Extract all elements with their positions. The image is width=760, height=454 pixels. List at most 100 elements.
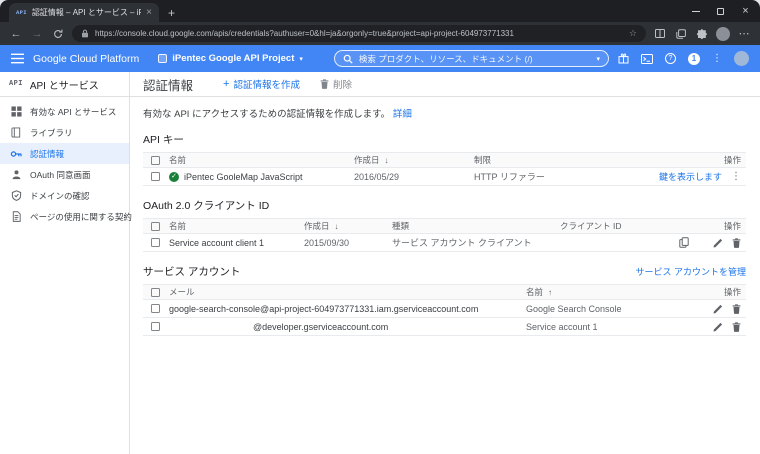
split-screen-icon[interactable] bbox=[653, 29, 667, 38]
gcp-logo[interactable]: Google Cloud Platform bbox=[33, 53, 139, 65]
trash-icon[interactable] bbox=[732, 303, 741, 314]
select-all-checkbox[interactable] bbox=[151, 221, 160, 231]
sidebar-nav: 有効な API とサービス ライブラリ 認証情報 OAuth 同意画面 ドメイン… bbox=[0, 97, 132, 227]
account-avatar[interactable] bbox=[734, 51, 749, 66]
edit-icon[interactable] bbox=[713, 322, 723, 332]
more-vertical-icon[interactable]: ⋮ bbox=[712, 53, 722, 64]
bookmark-star-icon[interactable]: ☆ bbox=[629, 28, 637, 39]
library-icon bbox=[10, 127, 22, 139]
delete-button[interactable]: 削除 bbox=[320, 77, 352, 91]
api-product-icon: API bbox=[9, 80, 23, 88]
oauth-table-header: 名前 作成日 ↓ 種類 クライアント ID 操作 bbox=[143, 218, 746, 234]
sort-down-icon: ↓ bbox=[334, 221, 339, 231]
close-window-button[interactable]: × bbox=[733, 0, 758, 22]
page-title: 認証情報 bbox=[143, 78, 194, 93]
search-caret-icon[interactable]: ▾ bbox=[596, 55, 600, 63]
search-bar[interactable]: 検索 プロダクト、リソース、ドキュメント (/) ▾ bbox=[333, 50, 609, 67]
page-header: 認証情報 + 認証情報を作成 削除 bbox=[130, 72, 760, 97]
row-checkbox[interactable] bbox=[151, 172, 160, 181]
browser-menu-icon[interactable]: ⋯ bbox=[737, 27, 751, 40]
sidebar-item-library[interactable]: ライブラリ bbox=[0, 122, 129, 143]
browser-tab[interactable]: API 認証情報 – API とサービス – iPentec × bbox=[9, 3, 159, 22]
main-panel: 認証情報 + 認証情報を作成 削除 有効な API にアクセスするための認証情報… bbox=[130, 72, 760, 454]
copy-client-id-icon[interactable] bbox=[679, 237, 689, 248]
lock-icon[interactable] bbox=[81, 29, 89, 38]
row-checkbox[interactable] bbox=[151, 304, 160, 313]
minimize-button[interactable] bbox=[683, 0, 708, 22]
help-icon[interactable]: ? bbox=[665, 53, 676, 64]
search-placeholder: 検索 プロダクト、リソース、ドキュメント (/) bbox=[358, 53, 533, 64]
row-checkbox[interactable] bbox=[151, 238, 160, 247]
select-all-checkbox[interactable] bbox=[151, 287, 160, 297]
row-more-icon[interactable]: ⋮ bbox=[731, 171, 741, 182]
column-actions: 操作 bbox=[723, 287, 741, 297]
browser-profile-avatar[interactable] bbox=[716, 26, 730, 41]
api-keys-table-header: 名前 作成日 ↓ 制限 操作 bbox=[143, 152, 746, 168]
sidebar-item-oauth-consent[interactable]: OAuth 同意画面 bbox=[0, 164, 129, 185]
sidebar-item-label: ドメインの確認 bbox=[30, 190, 90, 201]
refresh-icon[interactable] bbox=[51, 29, 65, 39]
oauth-section-title: OAuth 2.0 クライアント ID bbox=[143, 200, 270, 212]
column-name[interactable]: 名前 ↑ bbox=[526, 286, 694, 298]
browser-address-bar: ← → https://console.cloud.google.com/api… bbox=[0, 22, 760, 45]
intro-sentence: 有効な API にアクセスするための認証情報を作成します。 bbox=[143, 109, 391, 120]
sidebar-item-label: ライブラリ bbox=[30, 127, 73, 138]
create-credentials-button[interactable]: + 認証情報を作成 bbox=[223, 77, 300, 91]
extensions-icon[interactable] bbox=[695, 28, 709, 39]
column-created-label: 作成日 bbox=[304, 221, 330, 231]
sidebar-item-domain-verification[interactable]: ドメインの確認 bbox=[0, 185, 129, 206]
trash-icon[interactable] bbox=[732, 321, 741, 332]
manage-service-accounts-link[interactable]: サービス アカウントを管理 bbox=[635, 265, 746, 278]
oauth-client-created: 2015/09/30 bbox=[304, 237, 350, 248]
column-actions: 操作 bbox=[723, 221, 741, 231]
oauth-section-header: OAuth 2.0 クライアント ID bbox=[143, 198, 746, 213]
sidebar-header: API API とサービス bbox=[0, 72, 129, 97]
sidebar-item-credentials[interactable]: 認証情報 bbox=[0, 143, 129, 164]
sidebar-title: API とサービス bbox=[29, 80, 99, 92]
column-type: 種類 bbox=[392, 221, 410, 231]
usage-agreement-icon bbox=[10, 211, 22, 223]
main-content: 有効な API にアクセスするための認証情報を作成します。 詳細 API キー … bbox=[130, 97, 760, 454]
column-client-id: クライアント ID bbox=[560, 221, 622, 231]
url-bar[interactable]: https://console.cloud.google.com/apis/cr… bbox=[72, 25, 646, 42]
sidebar-item-label: 認証情報 bbox=[30, 148, 65, 159]
project-icon bbox=[158, 54, 168, 63]
back-icon[interactable]: ← bbox=[9, 28, 23, 40]
tab-close-icon[interactable]: × bbox=[146, 7, 152, 18]
service-accounts-section-title: サービス アカウント bbox=[143, 266, 241, 278]
sidebar-item-usage-agreements[interactable]: ページの使用に関する契約 bbox=[0, 206, 132, 227]
forward-icon[interactable]: → bbox=[30, 28, 44, 40]
oauth-client-name: Service account client 1 bbox=[169, 237, 265, 248]
column-restrictions: 制限 bbox=[474, 155, 492, 165]
consent-screen-icon bbox=[10, 169, 22, 181]
column-email: メール bbox=[169, 287, 195, 297]
window-controls: × bbox=[683, 0, 758, 22]
edit-icon[interactable] bbox=[713, 304, 723, 314]
edit-icon[interactable] bbox=[713, 238, 723, 248]
service-account-row: google-search-console@api-project-604973… bbox=[143, 300, 746, 318]
maximize-button[interactable] bbox=[708, 0, 733, 22]
trash-icon[interactable] bbox=[732, 237, 741, 248]
browser-window: API 認証情報 – API とサービス – iPentec × + × ← →… bbox=[0, 0, 760, 454]
menu-icon[interactable] bbox=[11, 53, 24, 64]
gcp-header: Google Cloud Platform iPentec Google API… bbox=[0, 45, 760, 72]
gift-icon[interactable] bbox=[618, 53, 629, 64]
row-checkbox[interactable] bbox=[151, 322, 160, 331]
project-selector[interactable]: iPentec Google API Project ▾ bbox=[158, 53, 303, 64]
notifications-badge[interactable]: 1 bbox=[688, 52, 700, 65]
select-all-checkbox[interactable] bbox=[151, 155, 160, 165]
plus-icon: + bbox=[223, 78, 230, 90]
show-key-link[interactable]: 鍵を表示します bbox=[659, 170, 722, 183]
intro-text: 有効な API にアクセスするための認証情報を作成します。 詳細 bbox=[143, 106, 746, 120]
learn-more-link[interactable]: 詳細 bbox=[393, 109, 412, 120]
cloud-shell-icon[interactable] bbox=[641, 53, 653, 64]
sidebar-item-enabled-apis[interactable]: 有効な API とサービス bbox=[0, 101, 129, 122]
new-tab-button[interactable]: + bbox=[168, 6, 175, 20]
api-key-created: 2016/05/29 bbox=[354, 171, 400, 182]
sidebar-item-label: ページの使用に関する契約 bbox=[30, 211, 132, 222]
column-created[interactable]: 作成日 ↓ bbox=[304, 220, 392, 232]
sort-up-icon: ↑ bbox=[548, 287, 553, 297]
column-actions: 操作 bbox=[723, 155, 741, 165]
collections-icon[interactable] bbox=[674, 28, 688, 39]
column-created[interactable]: 作成日 ↓ bbox=[354, 154, 474, 166]
